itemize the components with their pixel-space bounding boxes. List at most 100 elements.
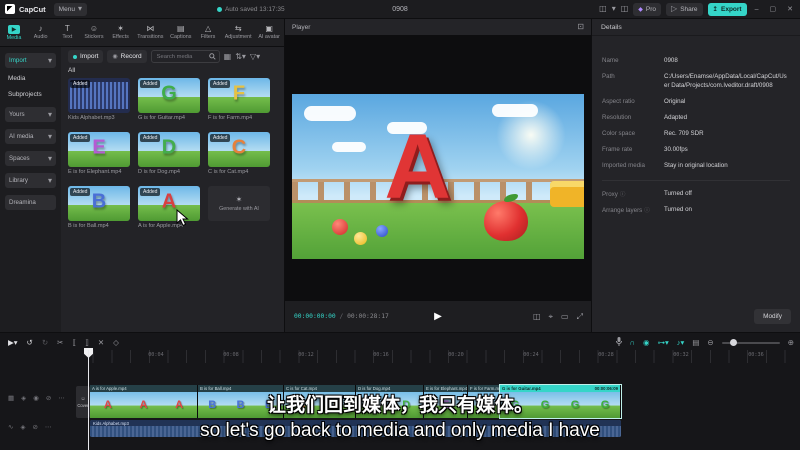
- export-button[interactable]: ↥ Export: [707, 2, 747, 16]
- close-button[interactable]: ✕: [784, 5, 796, 13]
- tab-effects[interactable]: ✶ Effects: [111, 24, 131, 41]
- media-item-e-elephant[interactable]: Added E E is for Elephant.mp4: [68, 132, 130, 175]
- tab-captions[interactable]: ▤ Captions: [170, 25, 191, 41]
- timecode: 00:00:00:00 / 00:00:28:17: [294, 313, 389, 320]
- blue-ball: [376, 225, 388, 237]
- tab-transitions[interactable]: ⋈ Transitions: [137, 24, 163, 41]
- effects-icon: ✶: [117, 24, 124, 33]
- layout-toggle-icon[interactable]: ◫: [599, 5, 607, 13]
- player-panel: Player ⊡ A 00:00:00:00 / 00:00:28:17 ▶ ◫…: [285, 19, 591, 332]
- play-button[interactable]: ▶: [434, 311, 442, 322]
- tab-adjustment[interactable]: ⇆ Adjustment: [225, 24, 252, 41]
- sidebar-item-dreamina[interactable]: Dreamina: [5, 195, 56, 210]
- menu-button[interactable]: Menu ▾: [53, 2, 87, 16]
- ruler-label: 00:24: [523, 352, 539, 358]
- audio-options-icon[interactable]: ♪▾: [677, 338, 685, 347]
- timeline-view-icon[interactable]: ▤: [692, 339, 699, 347]
- search-input[interactable]: [154, 52, 207, 61]
- search-icon: [208, 53, 216, 60]
- import-dot-icon: [73, 54, 77, 59]
- delete-icon[interactable]: ✕: [98, 339, 104, 347]
- compare-icon[interactable]: ◫: [533, 312, 541, 321]
- section-all-label[interactable]: All: [68, 67, 75, 74]
- timeline-ruler[interactable]: 00:04 00:08 00:12 00:16 00:20 00:24 00:2…: [75, 350, 800, 363]
- media-item-f-farm[interactable]: Added F F is for Farm.mp4: [208, 78, 270, 121]
- pro-button[interactable]: ◆ Pro: [633, 2, 662, 16]
- transitions-icon: ⋈: [146, 24, 155, 33]
- subtitle-english: so let's go back to media and only media…: [200, 420, 600, 441]
- mic-icon[interactable]: [615, 337, 622, 348]
- sidebar-item-ai-media[interactable]: AI media ▾: [5, 129, 56, 144]
- focus-icon[interactable]: ⌖: [549, 312, 554, 321]
- slider-knob[interactable]: [729, 339, 737, 346]
- magnet-snap-icon[interactable]: ∩: [630, 338, 635, 347]
- trim-left-icon[interactable]: ⟦: [72, 339, 76, 347]
- trim-right-icon[interactable]: ⟧: [85, 339, 89, 347]
- zoom-out-icon[interactable]: ⊖: [707, 339, 713, 347]
- title-bar: CapCut Menu ▾ Auto saved 13:17:35 0908 ◫ …: [0, 0, 800, 18]
- timeline-zoom-slider[interactable]: [721, 339, 780, 346]
- split-icon[interactable]: ✂: [57, 339, 63, 347]
- grid-view-icon[interactable]: ▦: [224, 52, 232, 61]
- media-item-b-ball[interactable]: Added B B is for Ball.mp4: [68, 186, 130, 229]
- modify-button[interactable]: Modify: [754, 309, 791, 324]
- media-item-a-apple[interactable]: Added A A is for Apple.mp4: [138, 186, 200, 229]
- linked-preview-icon[interactable]: ⊶▾: [658, 338, 669, 347]
- filter-icon[interactable]: ▽▾: [250, 52, 260, 61]
- chevron-down-icon: ▾: [47, 109, 52, 119]
- export-icon: ↥: [712, 6, 718, 13]
- undo-icon[interactable]: ↺: [27, 339, 33, 347]
- sidebar-item-yours[interactable]: Yours ▾: [5, 107, 56, 122]
- ribbon-tabs: ▶ Media ♪ Audio T Text ☺ Stickers ✶ Effe…: [0, 19, 284, 46]
- tab-stickers[interactable]: ☺ Stickers: [84, 25, 104, 41]
- panel-toggle-icon[interactable]: ◫: [621, 5, 629, 13]
- info-icon: ⓘ: [619, 191, 626, 198]
- player-title: Player: [292, 23, 311, 31]
- generate-with-ai-card[interactable]: ✶ Generate with AI: [208, 186, 270, 221]
- expand-panel-icon[interactable]: ⊡: [577, 23, 584, 31]
- record-button[interactable]: ◉ Record: [107, 50, 147, 63]
- video-thumbnail: Added E: [68, 132, 130, 167]
- tab-ai-avatar[interactable]: ▣ AI avatar: [258, 25, 280, 41]
- media-item-d-dog[interactable]: Added D D is for Dog.mp4: [138, 132, 200, 175]
- minimize-button[interactable]: –: [752, 6, 762, 13]
- sidebar-item-spaces[interactable]: Spaces ▾: [5, 151, 56, 166]
- chevron-down-icon[interactable]: ▾: [612, 5, 616, 13]
- added-badge: Added: [140, 80, 161, 88]
- cloud: [332, 142, 366, 152]
- maximize-button[interactable]: ▢: [767, 5, 780, 13]
- sidebar-item-library[interactable]: Library ▾: [5, 173, 56, 188]
- sidebar-item-media[interactable]: Media: [8, 75, 25, 82]
- ruler-label: 00:16: [373, 352, 389, 358]
- tab-audio[interactable]: ♪ Audio: [31, 24, 51, 41]
- tab-media[interactable]: ▶ Media: [4, 24, 24, 41]
- select-tool-icon[interactable]: ▶▾: [8, 339, 18, 347]
- audio-icon: ♪: [38, 24, 43, 33]
- ruler-label: 00:08: [223, 352, 239, 358]
- ruler-label: 00:36: [748, 352, 764, 358]
- sidebar-item-import[interactable]: Import ▾: [5, 53, 56, 68]
- auto-ripple-icon[interactable]: ◉: [643, 338, 650, 347]
- zoom-in-icon[interactable]: ⊕: [788, 339, 794, 347]
- media-item-c-cat[interactable]: Added C C is for Cat.mp4: [208, 132, 270, 175]
- tab-text[interactable]: T Text: [57, 25, 77, 41]
- added-badge: Added: [70, 188, 91, 196]
- tab-filters[interactable]: △ Filters: [198, 25, 218, 41]
- ratio-icon[interactable]: ▭: [561, 312, 569, 321]
- media-item-kids-alphabet[interactable]: Added Kids Alphabet.mp3: [68, 78, 130, 121]
- fullscreen-icon[interactable]: ⤢: [577, 312, 583, 321]
- video-viewport[interactable]: A: [285, 35, 591, 301]
- ruler-label: 00:20: [448, 352, 464, 358]
- redo-icon[interactable]: ↻: [42, 339, 48, 347]
- detail-row-resolution: Resolution Adapted: [602, 113, 688, 121]
- share-button[interactable]: ▷ Share: [666, 2, 703, 16]
- search-media-box[interactable]: [150, 50, 220, 63]
- sort-icon[interactable]: ⇅▾: [235, 52, 246, 61]
- keyframe-icon[interactable]: ◇: [113, 339, 119, 347]
- detail-row-imported: Imported media Stay in original location: [602, 161, 728, 169]
- import-button[interactable]: Import: [68, 50, 104, 63]
- autosave-status: Auto saved 13:17:35: [216, 6, 285, 13]
- media-item-g-guitar[interactable]: Added G G is for Guitar.mp4: [138, 78, 200, 121]
- sidebar-item-subprojects[interactable]: Subprojects: [8, 91, 42, 98]
- adjustment-icon: ⇆: [234, 24, 242, 33]
